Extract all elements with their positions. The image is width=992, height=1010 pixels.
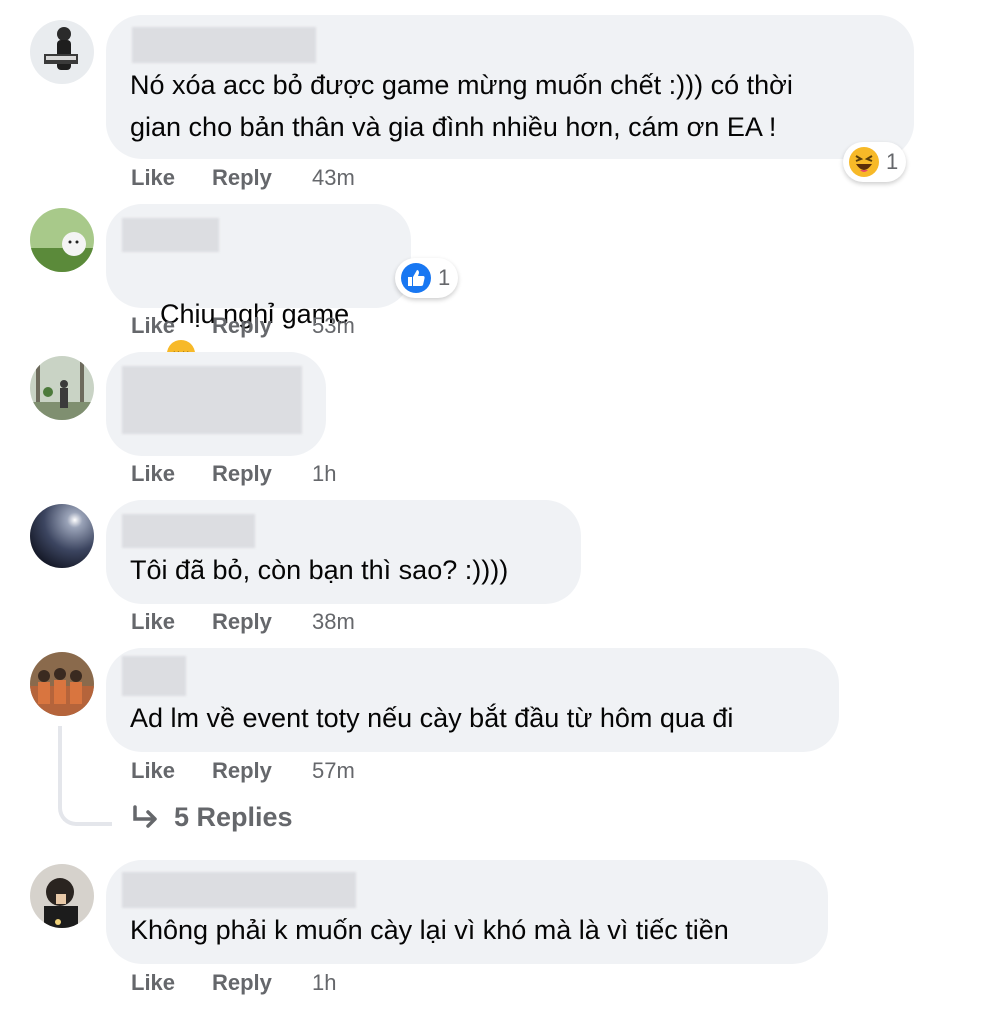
commenter-name-redacted[interactable] <box>132 27 316 63</box>
comment-text: Không phải k muốn cày lại vì khó mà là v… <box>130 915 729 945</box>
reply-button[interactable]: Reply <box>212 313 272 339</box>
reply-button[interactable]: Reply <box>212 165 272 191</box>
reply-button[interactable]: Reply <box>212 461 272 487</box>
timestamp[interactable]: 38m <box>312 609 355 635</box>
avatar[interactable] <box>30 504 94 568</box>
reaction-count: 1 <box>438 265 451 290</box>
timestamp[interactable]: 43m <box>312 165 355 191</box>
like-button[interactable]: Like <box>131 970 175 996</box>
comment-bubble <box>106 352 326 456</box>
haha-emoji-icon <box>849 147 879 177</box>
comment-text: Ad lm về event toty nếu cày bắt đầu từ h… <box>130 703 734 733</box>
avatar[interactable] <box>30 864 94 928</box>
commenter-name-redacted[interactable] <box>122 514 255 548</box>
comment-bubble: Nó xóa acc bỏ được game mừng muốn chết :… <box>106 15 914 159</box>
like-button[interactable]: Like <box>131 758 175 784</box>
timestamp[interactable]: 1h <box>312 461 336 487</box>
reply-button[interactable]: Reply <box>212 609 272 635</box>
commenter-name-redacted[interactable] <box>122 218 219 252</box>
replies-count-label: 5 Replies <box>174 802 293 832</box>
comment-bubble: Chịu nghỉ game <box>106 204 411 368</box>
like-button[interactable]: Like <box>131 313 175 339</box>
like-button[interactable]: Like <box>131 609 175 635</box>
comment-bubble: Ad lm về event toty nếu cày bắt đầu từ h… <box>106 648 839 752</box>
commenter-name-redacted[interactable] <box>122 656 186 696</box>
comment-bubble: Không phải k muốn cày lại vì khó mà là v… <box>106 860 828 964</box>
timestamp[interactable]: 57m <box>312 758 355 784</box>
thread-connector <box>58 726 112 826</box>
timestamp[interactable]: 53m <box>312 313 355 339</box>
comment-text: Tôi đã bỏ, còn bạn thì sao? :)))) <box>130 555 509 585</box>
avatar[interactable] <box>30 208 94 272</box>
comment-bubble: Tôi đã bỏ, còn bạn thì sao? :)))) <box>106 500 581 604</box>
reply-button[interactable]: Reply <box>212 758 272 784</box>
comment-text: Nó xóa acc bỏ được game mừng muốn chết :… <box>130 70 793 100</box>
avatar[interactable] <box>30 356 94 420</box>
like-button[interactable]: Like <box>131 461 175 487</box>
reaction-summary[interactable]: 1 <box>843 142 907 182</box>
view-replies-link[interactable]: 5 Replies <box>132 802 293 833</box>
avatar[interactable] <box>30 652 94 716</box>
like-button[interactable]: Like <box>131 165 175 191</box>
like-reaction-icon <box>401 263 431 293</box>
comment-text: gian cho bản thân và gia đình nhiều hơn,… <box>130 112 777 142</box>
reaction-count: 1 <box>886 149 899 174</box>
timestamp[interactable]: 1h <box>312 970 336 996</box>
reaction-summary[interactable]: 1 <box>395 258 459 298</box>
reply-button[interactable]: Reply <box>212 970 272 996</box>
reply-arrow-icon <box>133 804 157 828</box>
commenter-name-redacted[interactable] <box>122 872 356 908</box>
comment-content-redacted <box>122 366 302 434</box>
avatar[interactable] <box>30 20 94 84</box>
